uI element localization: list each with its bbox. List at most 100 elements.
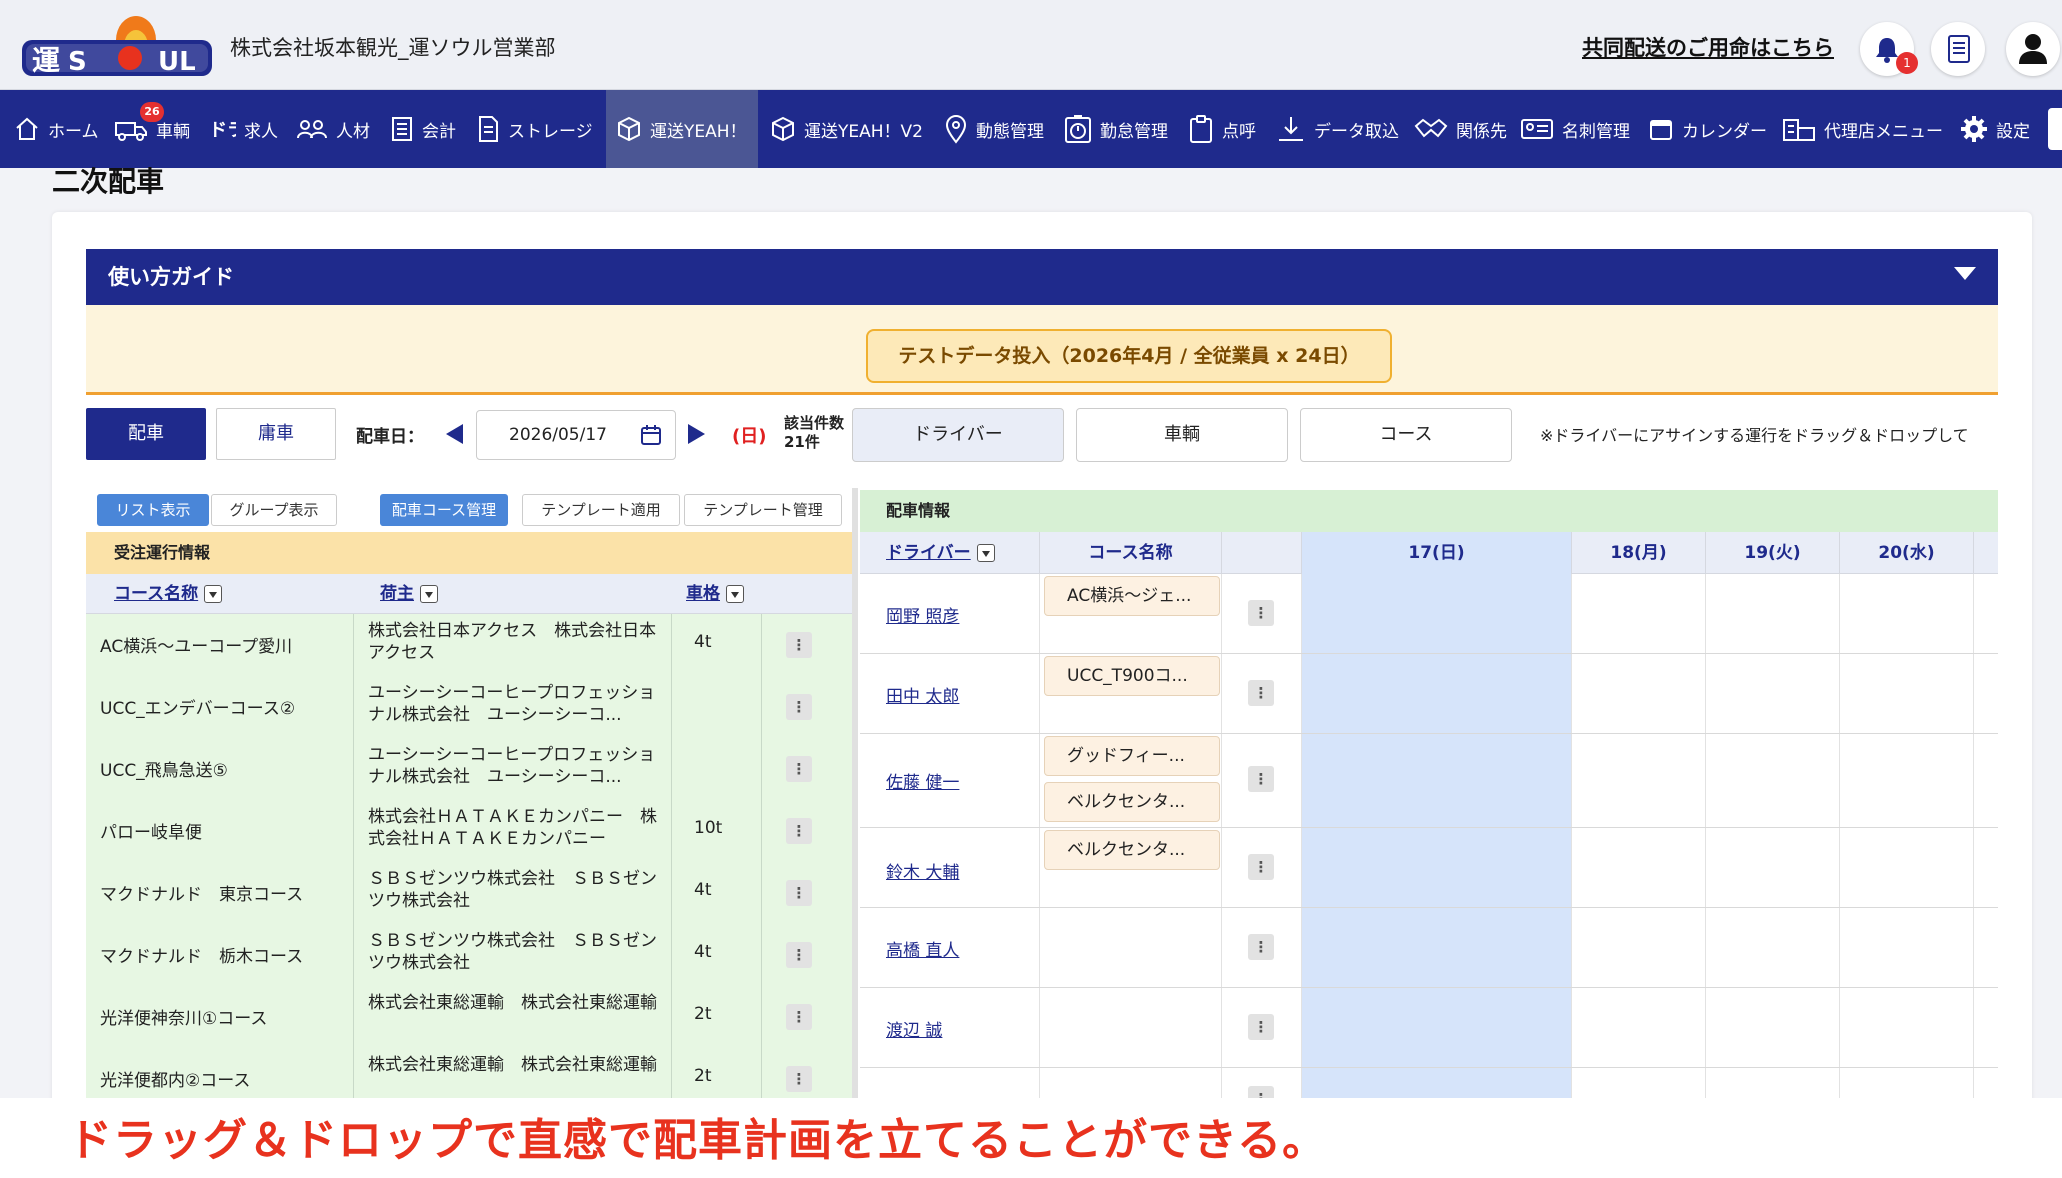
driver-name-link[interactable]: 田中 太郎 (886, 682, 959, 707)
nav-calendar[interactable]: カレンダー (1648, 90, 1767, 168)
nav-data-import[interactable]: データ取込 (1276, 90, 1399, 168)
order-row[interactable]: マクドナルド 東京コース ＳＢＳゼンツウ株式会社 ＳＢＳゼンツウ株式会社 4t ⋮ (86, 862, 852, 924)
nav-unsou-yeah-v2[interactable]: 運送YEAH！V2 (770, 90, 923, 168)
order-row[interactable]: UCC_飛鳥急送⑤ ユーシーシーコーヒープロフェッショナル株式会社 ユーシーシーコ… (86, 738, 852, 800)
drop-cell[interactable] (1302, 654, 1572, 733)
drop-cell[interactable] (1572, 908, 1706, 987)
notification-button[interactable]: 1 (1860, 22, 1918, 76)
column-shipper[interactable]: 荷主 (380, 574, 438, 614)
row-menu-icon[interactable]: ⋮ (786, 1004, 812, 1030)
drop-cell[interactable] (1302, 1068, 1572, 1098)
driver-row[interactable]: 岡野 照彦 AC横浜～ジェ... ⋮ (860, 574, 1998, 654)
order-row[interactable]: マクドナルド 栃木コース ＳＢＳゼンツウ株式会社 ＳＢＳゼンツウ株式会社 4t ⋮ (86, 924, 852, 986)
row-menu-icon[interactable]: ⋮ (1248, 1086, 1274, 1098)
order-row[interactable]: AC横浜～ユーコープ愛川 株式会社日本アクセス 株式会社日本アクセス 4t ⋮ (86, 614, 852, 676)
nav-rollcall[interactable]: 点呼 (1188, 90, 1256, 168)
drop-cell[interactable] (1302, 734, 1572, 827)
row-menu-icon[interactable]: ⋮ (786, 818, 812, 844)
usage-guide-accordion[interactable]: 使い方ガイド (86, 249, 1998, 305)
row-menu-icon[interactable]: ⋮ (1248, 854, 1274, 880)
driver-row[interactable]: 鈴木 大輔 ベルクセンタ... ⋮ (860, 828, 1998, 908)
row-menu-icon[interactable]: ⋮ (786, 632, 812, 658)
drop-cell[interactable] (1572, 574, 1706, 653)
course-management-button[interactable]: 配車コース管理 (380, 494, 508, 526)
nav-jobs[interactable]: ドラ 求人 (208, 90, 278, 168)
assigned-course-chip[interactable]: AC横浜～ジェ... (1044, 576, 1220, 616)
order-row[interactable]: パロー岐阜便 株式会社ＨＡＴＡＫＥカンパニー 株式会社ＨＡＴＡＫＥカンパニー 10t… (86, 800, 852, 862)
previous-date-arrow-icon[interactable] (446, 424, 463, 444)
assigned-course-chip[interactable]: ベルクセンタ... (1044, 782, 1220, 822)
drop-cell[interactable] (1706, 1068, 1840, 1098)
pane-splitter[interactable] (852, 488, 858, 1098)
row-menu-icon[interactable]: ⋮ (786, 942, 812, 968)
driver-name-link[interactable]: 岡野 照彦 (886, 602, 959, 627)
drop-cell[interactable] (1706, 988, 1840, 1067)
assigned-course-chip[interactable]: グッドフィー... (1044, 736, 1220, 776)
driver-name-link[interactable]: 佐藤 健一 (886, 768, 959, 793)
order-row[interactable]: UCC_エンデバーコース② ユーシーシーコーヒープロフェッショナル株式会社 ユーシ… (86, 676, 852, 738)
assigned-course-chip[interactable]: ベルクセンタ... (1044, 830, 1220, 870)
row-menu-icon[interactable]: ⋮ (786, 694, 812, 720)
driver-row[interactable]: 高橋 直人 ⋮ (860, 908, 1998, 988)
nav-vehicles[interactable]: 車輌 26 (114, 90, 190, 168)
calendar-icon[interactable] (640, 424, 662, 446)
row-menu-icon[interactable]: ⋮ (1248, 766, 1274, 792)
drop-cell[interactable] (1302, 828, 1572, 907)
row-menu-icon[interactable]: ⋮ (1248, 680, 1274, 706)
nav-accounting[interactable]: 会計 (390, 90, 456, 168)
shared-delivery-link[interactable]: 共同配送のご用命はこちら (1582, 32, 1834, 62)
row-menu-icon[interactable]: ⋮ (1248, 600, 1274, 626)
nav-partners[interactable]: 関係先 (1414, 90, 1507, 168)
charter-tab[interactable]: 庸車 (216, 408, 336, 460)
drop-cell[interactable] (1572, 734, 1706, 827)
drop-cell[interactable] (1840, 574, 1974, 653)
driver-row[interactable]: 渡辺 誠 ⋮ (860, 988, 1998, 1068)
drop-cell[interactable] (1572, 654, 1706, 733)
assigned-course-chip[interactable]: UCC_T900コ... (1044, 656, 1220, 696)
row-menu-icon[interactable]: ⋮ (1248, 1014, 1274, 1040)
insert-test-data-button[interactable]: テストデータ投入（2026年4月 / 全従業員 x 24日） (866, 329, 1392, 383)
user-menu-button[interactable] (2006, 22, 2060, 76)
column-course-name[interactable]: コース名称 (114, 574, 223, 614)
drop-cell[interactable] (1840, 654, 1974, 733)
drop-cell[interactable] (1706, 734, 1840, 827)
drop-cell[interactable] (1706, 654, 1840, 733)
column-driver[interactable]: ドライバー (860, 532, 1040, 574)
row-menu-icon[interactable]: ⋮ (786, 880, 812, 906)
drop-cell[interactable] (1572, 1068, 1706, 1098)
drop-cell[interactable] (1302, 908, 1572, 987)
nav-attendance[interactable]: 勤怠管理 (1064, 90, 1168, 168)
filter-dropdown-icon[interactable] (726, 585, 744, 603)
documents-button[interactable] (1931, 22, 1985, 76)
nav-business-cards[interactable]: 名刺管理 (1520, 90, 1630, 168)
apply-template-button[interactable]: テンプレート適用 (522, 494, 680, 526)
drop-cell[interactable] (1302, 574, 1572, 653)
filter-dropdown-icon[interactable] (420, 585, 438, 603)
drop-cell[interactable] (1840, 988, 1974, 1067)
drop-cell[interactable] (1572, 828, 1706, 907)
view-tab-course[interactable]: コース (1300, 408, 1512, 462)
unsoul-logo[interactable]: 運 S UL (18, 10, 218, 82)
drop-cell[interactable] (1840, 1068, 1974, 1098)
driver-name-link[interactable]: 渡辺 誠 (886, 1016, 942, 1041)
column-vehicle-size[interactable]: 車格 (686, 574, 744, 614)
drop-cell[interactable] (1302, 988, 1572, 1067)
filter-dropdown-icon[interactable] (976, 544, 995, 562)
view-tab-driver[interactable]: ドライバー (852, 408, 1064, 462)
driver-name-link[interactable]: 高橋 直人 (886, 936, 959, 961)
nav-settings[interactable]: 設定 (1960, 90, 2030, 168)
row-menu-icon[interactable]: ⋮ (786, 1066, 812, 1092)
driver-row[interactable]: 田中 太郎 UCC_T900コ... ⋮ (860, 654, 1998, 734)
template-management-button[interactable]: テンプレート管理 (684, 494, 842, 526)
nav-agency-menu[interactable]: 代理店メニュー (1782, 90, 1943, 168)
group-view-button[interactable]: グループ表示 (211, 494, 337, 526)
filter-dropdown-icon[interactable] (204, 585, 223, 603)
view-tab-vehicle[interactable]: 車輌 (1076, 408, 1288, 462)
order-row[interactable]: 光洋便神奈川①コース 株式会社東総運輸 株式会社東総運輸 2t ⋮ (86, 986, 852, 1048)
row-menu-icon[interactable]: ⋮ (1248, 934, 1274, 960)
drop-cell[interactable] (1706, 828, 1840, 907)
nav-tracking[interactable]: 動態管理 (944, 90, 1044, 168)
driver-row[interactable]: 佐藤 健一 グッドフィー... ベルクセンタ... ⋮ (860, 734, 1998, 828)
row-menu-icon[interactable]: ⋮ (786, 756, 812, 782)
drop-cell[interactable] (1706, 908, 1840, 987)
